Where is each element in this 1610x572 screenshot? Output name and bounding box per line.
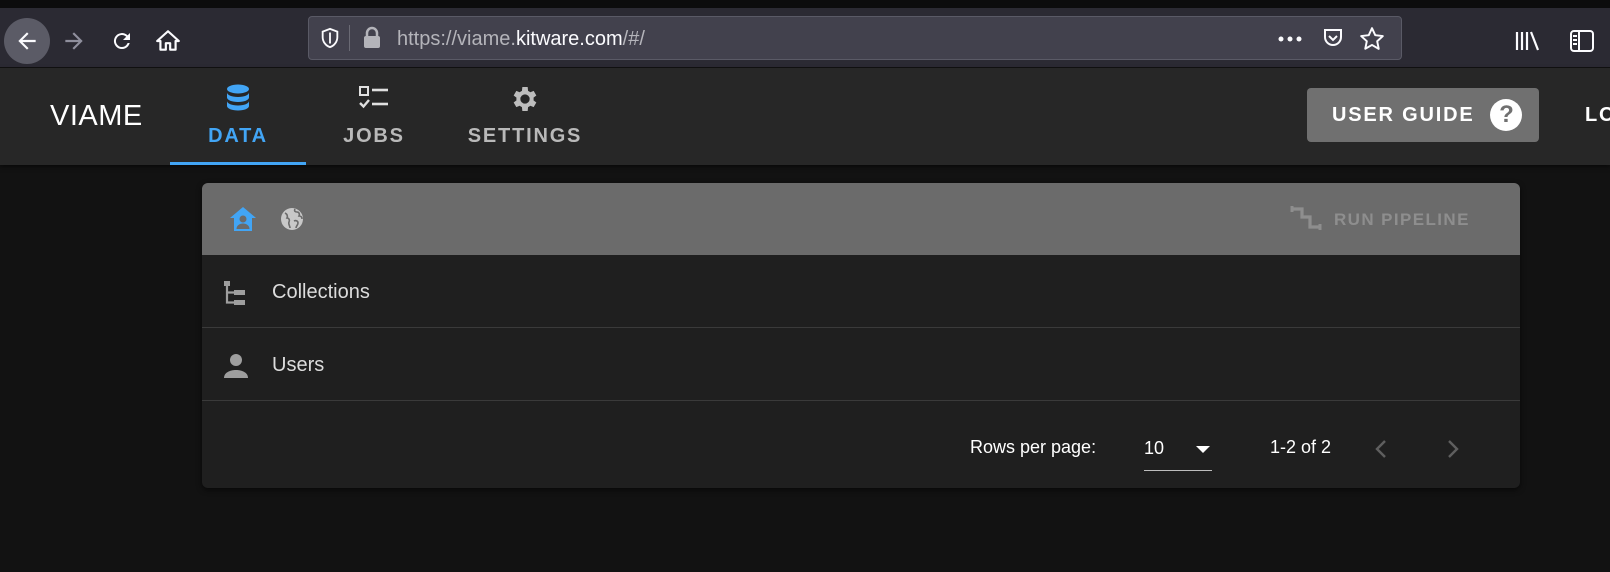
- browser-toolbar: https://viame.kitware.com/#/: [0, 0, 1610, 68]
- list-item-label: Collections: [272, 281, 370, 303]
- data-browser-card: RUN PIPELINE Collections Users Rows per …: [202, 183, 1520, 488]
- tab-jobs-label: JOBS: [343, 125, 405, 147]
- shield-icon[interactable]: [319, 27, 341, 49]
- help-icon: ?: [1490, 99, 1523, 131]
- rows-per-page-value: 10: [1144, 438, 1165, 458]
- list-item-collections[interactable]: Collections: [202, 255, 1520, 328]
- app-title[interactable]: VIAME: [50, 100, 143, 133]
- home-account-icon[interactable]: [228, 205, 258, 233]
- rows-per-page-select[interactable]: 10: [1144, 429, 1212, 471]
- list-item-users[interactable]: Users: [202, 328, 1520, 401]
- gear-icon: [509, 83, 541, 115]
- globe-icon[interactable]: [280, 207, 304, 231]
- tab-settings-label: SETTINGS: [467, 125, 583, 147]
- pagination-footer: Rows per page: 10 1-2 of 2: [202, 403, 1520, 488]
- next-page-icon[interactable]: [1446, 439, 1460, 459]
- sidebar-icon[interactable]: [1562, 21, 1602, 61]
- run-pipeline-label: RUN PIPELINE: [1334, 210, 1470, 229]
- more-actions-icon[interactable]: [1277, 29, 1303, 49]
- address-bar[interactable]: https://viame.kitware.com/#/: [308, 16, 1402, 60]
- file-tree-icon: [222, 279, 250, 307]
- checklist-icon: [358, 83, 390, 115]
- pocket-icon[interactable]: [1321, 26, 1345, 50]
- list-item-label: Users: [272, 354, 325, 376]
- previous-page-icon[interactable]: [1374, 439, 1388, 459]
- bookmark-star-icon[interactable]: [1359, 26, 1385, 52]
- lock-icon[interactable]: [361, 26, 383, 50]
- tab-data-label: DATA: [208, 125, 268, 147]
- page-range-text: 1-2 of 2: [1270, 437, 1332, 457]
- logout-button[interactable]: LO: [1585, 104, 1610, 127]
- forward-icon[interactable]: [54, 21, 94, 61]
- account-icon: [222, 352, 250, 380]
- url-text[interactable]: https://viame.kitware.com/#/: [397, 28, 645, 51]
- database-icon: [226, 83, 250, 115]
- rows-per-page-label: Rows per page:: [970, 437, 1097, 457]
- card-toolbar: RUN PIPELINE: [202, 183, 1520, 255]
- home-icon[interactable]: [148, 21, 188, 61]
- app-bar: VIAME DATA JOBS SETTINGS USER GUIDE ? LO: [0, 68, 1610, 165]
- address-divider: [349, 25, 350, 51]
- tab-jobs[interactable]: JOBS: [306, 68, 442, 165]
- reload-icon[interactable]: [102, 21, 142, 61]
- back-icon[interactable]: [4, 18, 50, 64]
- tab-settings[interactable]: SETTINGS: [452, 68, 598, 165]
- pipeline-icon: [1290, 205, 1324, 235]
- user-guide-button[interactable]: USER GUIDE ?: [1307, 88, 1539, 142]
- user-guide-label: USER GUIDE: [1332, 103, 1475, 126]
- tab-data[interactable]: DATA: [170, 68, 306, 165]
- run-pipeline-button[interactable]: RUN PIPELINE: [1290, 205, 1470, 235]
- library-icon[interactable]: [1508, 21, 1548, 61]
- caret-down-icon: [1196, 446, 1210, 453]
